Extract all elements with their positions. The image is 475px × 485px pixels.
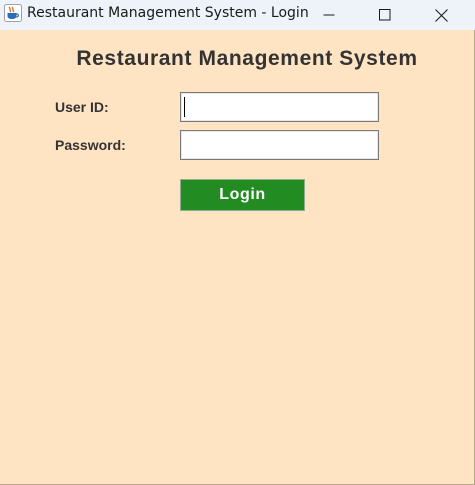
text-caret bbox=[184, 97, 185, 117]
title-bar[interactable]: Restaurant Management System - Login bbox=[0, 0, 475, 30]
minimize-icon bbox=[323, 14, 335, 16]
close-icon bbox=[434, 8, 448, 22]
login-button[interactable]: Login bbox=[180, 179, 305, 211]
close-button[interactable] bbox=[418, 0, 464, 30]
login-window: Restaurant Management System - Login Res… bbox=[0, 0, 475, 485]
minimize-button[interactable] bbox=[306, 0, 352, 30]
java-coffee-cup-icon[interactable] bbox=[4, 4, 22, 22]
maximize-icon bbox=[379, 9, 391, 21]
password-label: Password: bbox=[55, 137, 126, 153]
user-id-label: User ID: bbox=[55, 99, 109, 115]
password-field[interactable] bbox=[180, 130, 379, 160]
page-title: Restaurant Management System bbox=[76, 47, 418, 70]
maximize-button[interactable] bbox=[362, 0, 408, 30]
window-title: Restaurant Management System - Login bbox=[27, 5, 309, 21]
user-id-field[interactable] bbox=[180, 92, 379, 122]
